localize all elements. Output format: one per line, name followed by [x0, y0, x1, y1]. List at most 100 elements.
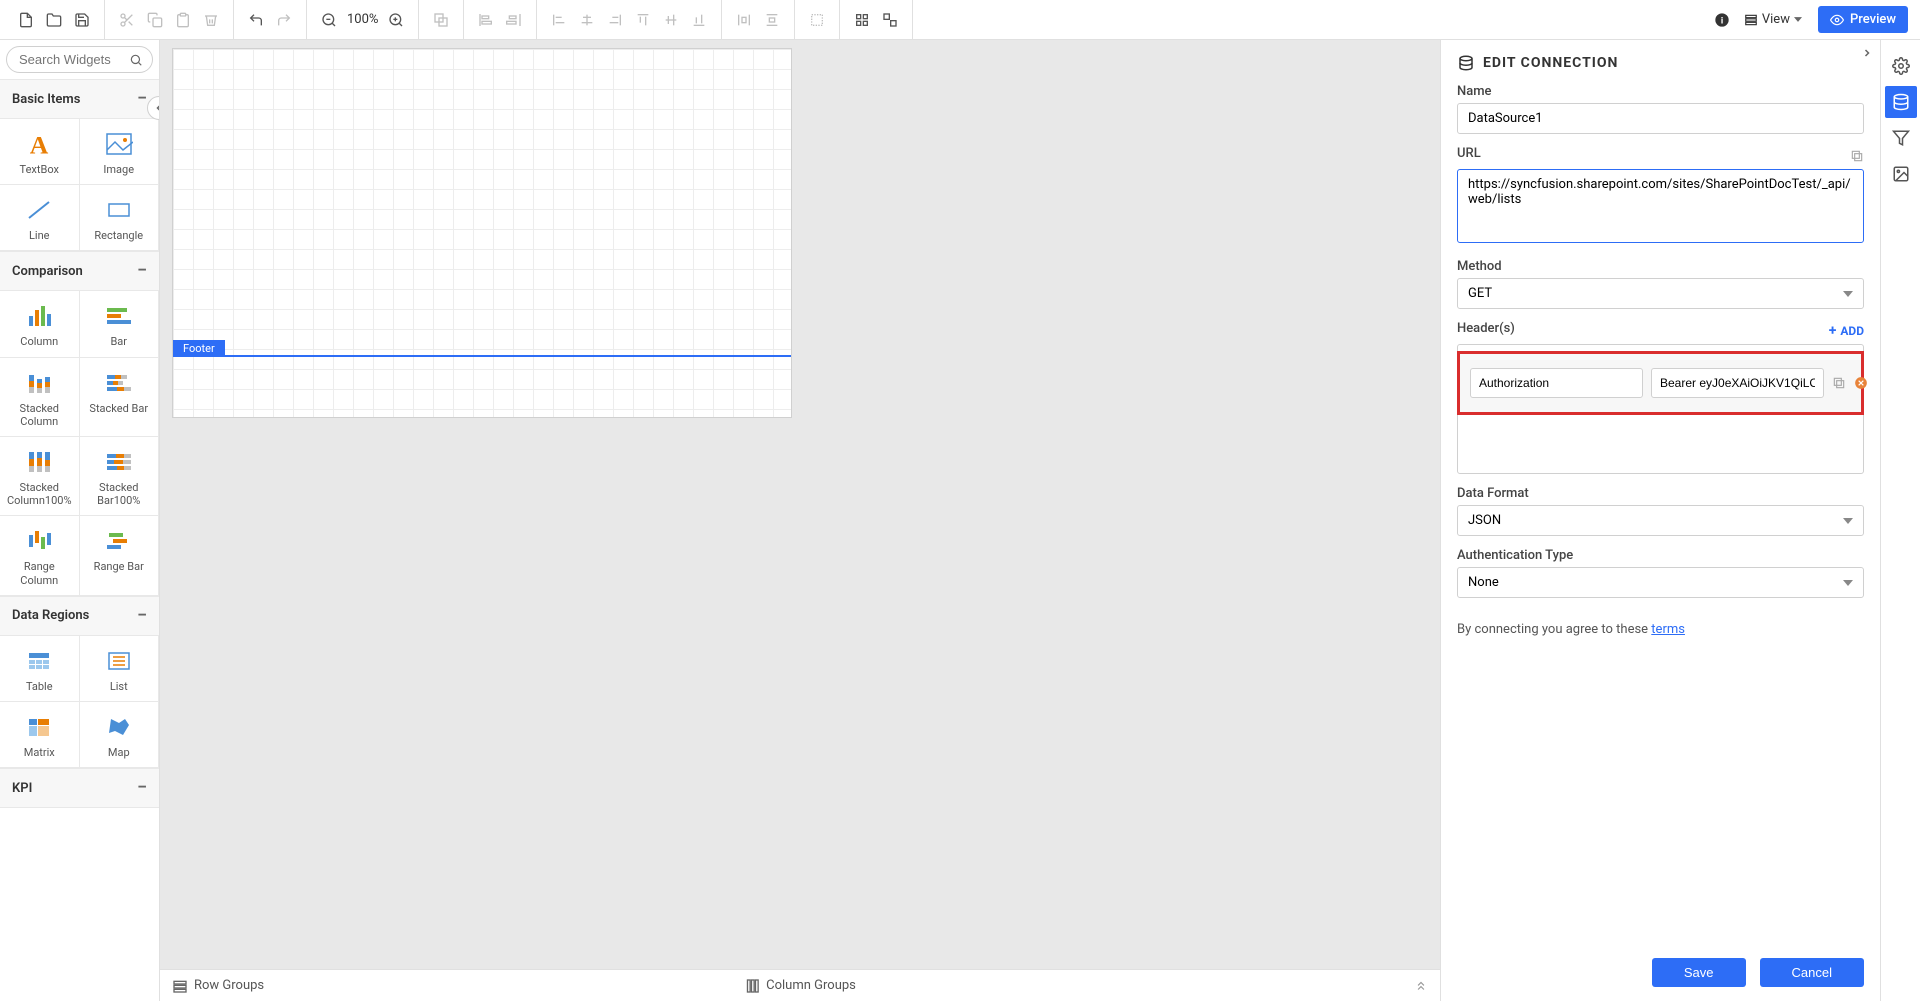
dist-h-icon[interactable] [732, 8, 756, 32]
preview-button[interactable]: Preview [1818, 6, 1908, 33]
snap-shape-icon[interactable] [878, 8, 902, 32]
save-file-icon[interactable] [70, 8, 94, 32]
groups-collapse-icon[interactable] [1414, 979, 1428, 993]
headers-box [1457, 344, 1864, 474]
image-icon [84, 129, 155, 159]
widget-matrix[interactable]: Matrix [0, 701, 80, 768]
column-chart-icon [4, 301, 75, 331]
column-groups-label[interactable]: Column Groups [744, 978, 856, 994]
view-label: View [1762, 12, 1790, 27]
footer-label[interactable]: Footer [173, 340, 225, 357]
add-header-button[interactable]: +ADD [1829, 323, 1864, 339]
section-kpi[interactable]: KPI − [0, 768, 159, 808]
align-center-icon[interactable] [575, 8, 599, 32]
size-same-icon[interactable] [805, 8, 829, 32]
panel-header: EDIT CONNECTION [1441, 40, 1880, 84]
terms-link[interactable]: terms [1651, 622, 1685, 637]
header-key-input[interactable] [1470, 368, 1643, 398]
header-row [1470, 368, 1851, 398]
preview-label: Preview [1850, 12, 1896, 27]
section-title: Data Regions [12, 608, 89, 623]
zoom-in-icon[interactable] [384, 8, 408, 32]
widget-stacked-bar[interactable]: Stacked Bar [79, 357, 160, 437]
order-group [419, 0, 464, 39]
search-icon [129, 53, 143, 67]
url-input[interactable] [1457, 169, 1864, 243]
widget-range-column[interactable]: Range Column [0, 515, 80, 595]
dist-v-icon[interactable] [760, 8, 784, 32]
open-file-icon[interactable] [42, 8, 66, 32]
header-value-input[interactable] [1651, 368, 1824, 398]
new-file-icon[interactable] [14, 8, 38, 32]
url-external-icon[interactable] [1850, 149, 1864, 163]
clipboard-group [105, 0, 234, 39]
align-left-edge-icon[interactable] [474, 8, 498, 32]
data-format-select[interactable]: JSON [1457, 505, 1864, 536]
align-right-edge-icon[interactable] [502, 8, 526, 32]
widget-rectangle[interactable]: Rectangle [79, 184, 160, 251]
rail-properties-icon[interactable] [1885, 50, 1917, 82]
undo-icon[interactable] [244, 8, 268, 32]
name-label: Name [1457, 84, 1864, 99]
collapse-icon: − [137, 779, 147, 797]
paste-icon[interactable] [171, 8, 195, 32]
widget-textbox[interactable]: A TextBox [0, 118, 80, 185]
align-bottom-icon[interactable] [687, 8, 711, 32]
bring-front-icon[interactable] [429, 8, 453, 32]
save-button[interactable]: Save [1652, 958, 1746, 987]
range-column-icon [4, 526, 75, 556]
section-basic-items[interactable]: Basic Items − [0, 79, 159, 119]
header-row-highlight [1457, 351, 1864, 415]
cancel-button[interactable]: Cancel [1760, 958, 1864, 987]
rail-data-icon[interactable] [1885, 86, 1917, 118]
pin-icon[interactable] [1832, 376, 1846, 390]
row-groups-label[interactable]: Row Groups [172, 978, 264, 994]
range-bar-icon [84, 526, 155, 556]
textbox-icon: A [4, 129, 75, 159]
report-canvas[interactable]: Footer [172, 48, 792, 418]
collapse-icon: − [137, 607, 147, 625]
widget-line[interactable]: Line [0, 184, 80, 251]
svg-text:A: A [30, 130, 49, 158]
rail-image-icon[interactable] [1885, 158, 1917, 190]
delete-icon[interactable] [199, 8, 223, 32]
widget-table[interactable]: Table [0, 635, 80, 702]
section-data-regions[interactable]: Data Regions − [0, 596, 159, 636]
table-icon [4, 646, 75, 676]
widget-column[interactable]: Column [0, 290, 80, 357]
cut-icon[interactable] [115, 8, 139, 32]
info-icon[interactable]: i [1710, 8, 1734, 32]
method-label: Method [1457, 259, 1864, 274]
widget-stacked-bar-100[interactable]: Stacked Bar100% [79, 436, 160, 516]
widget-stacked-column[interactable]: Stacked Column [0, 357, 80, 437]
size-group [795, 0, 840, 39]
copy-icon[interactable] [143, 8, 167, 32]
redo-icon[interactable] [272, 8, 296, 32]
align-middle-icon[interactable] [659, 8, 683, 32]
zoom-out-icon[interactable] [317, 8, 341, 32]
delete-header-icon[interactable] [1854, 376, 1868, 390]
matrix-icon [4, 712, 75, 742]
rail-filter-icon[interactable] [1885, 122, 1917, 154]
method-select[interactable]: GET [1457, 278, 1864, 309]
panel-collapse-icon[interactable] [1858, 44, 1876, 62]
groups-bar: Row Groups Column Groups [160, 969, 1440, 1001]
widget-image[interactable]: Image [79, 118, 160, 185]
widget-bar[interactable]: Bar [79, 290, 160, 357]
widget-stacked-column-100[interactable]: Stacked Column100% [0, 436, 80, 516]
align-right-icon[interactable] [603, 8, 627, 32]
stacked-column-100-icon [4, 447, 75, 477]
align-left-icon[interactable] [547, 8, 571, 32]
widget-range-bar[interactable]: Range Bar [79, 515, 160, 595]
name-input[interactable] [1457, 103, 1864, 134]
snap-grid-icon[interactable] [850, 8, 874, 32]
view-dropdown[interactable]: View [1736, 8, 1810, 31]
auth-type-select[interactable]: None [1457, 567, 1864, 598]
rectangle-icon [84, 195, 155, 225]
align-top-icon[interactable] [631, 8, 655, 32]
panel-title: EDIT CONNECTION [1483, 55, 1618, 71]
widget-list[interactable]: List [79, 635, 160, 702]
widget-map[interactable]: Map [79, 701, 160, 768]
section-comparison[interactable]: Comparison − [0, 251, 159, 291]
canvas-body[interactable]: Footer [160, 40, 1440, 969]
